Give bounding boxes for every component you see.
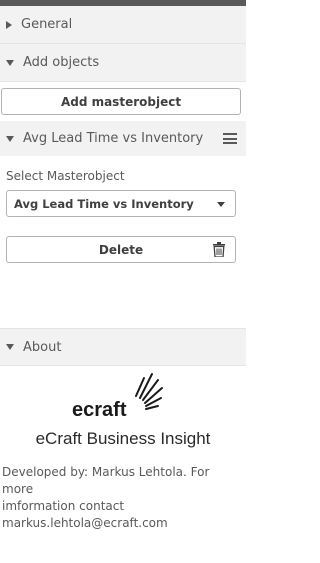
developer-line-1: Developed by: Markus Lehtola. For more [2,465,210,496]
developer-line-2: imformation contact [2,499,125,513]
caret-down-icon [6,59,14,66]
developer-info: Developed by: Markus Lehtola. For more i… [2,464,242,532]
ecraft-logo: ecraft [72,373,163,418]
section-add-objects-header[interactable]: Add objects [0,44,246,82]
chevron-down-icon [217,202,225,207]
developer-line-3: markus.lehtola@ecraft.com [2,516,168,530]
masterobject-select[interactable]: Avg Lead Time vs Inventory [6,190,236,217]
section-about-header[interactable]: About [0,328,246,366]
delete-button[interactable]: Delete [6,236,236,263]
about-title: eCraft Business Insight [35,429,211,448]
hamburger-icon[interactable] [223,133,237,144]
trash-icon [213,242,225,257]
masterobject-select-value: Avg Lead Time vs Inventory [14,196,194,211]
delete-button-label: Delete [98,242,144,257]
section-about-label: About [23,339,62,355]
section-general-label: General [21,17,73,32]
caret-down-icon [6,135,14,142]
section-general-header[interactable]: General [0,6,246,44]
caret-down-icon [6,344,14,350]
masterobject-item-header[interactable]: Avg Lead Time vs Inventory [0,121,246,156]
section-add-objects-label: Add objects [23,55,100,70]
caret-right-icon [6,20,12,29]
ecraft-logo-wordmark: ecraft [72,399,127,418]
add-masterobject-button[interactable]: Add masterobject [1,88,241,115]
masterobject-item-title: Avg Lead Time vs Inventory [23,131,204,146]
select-masterobject-label: Select Masterobject [6,169,125,183]
